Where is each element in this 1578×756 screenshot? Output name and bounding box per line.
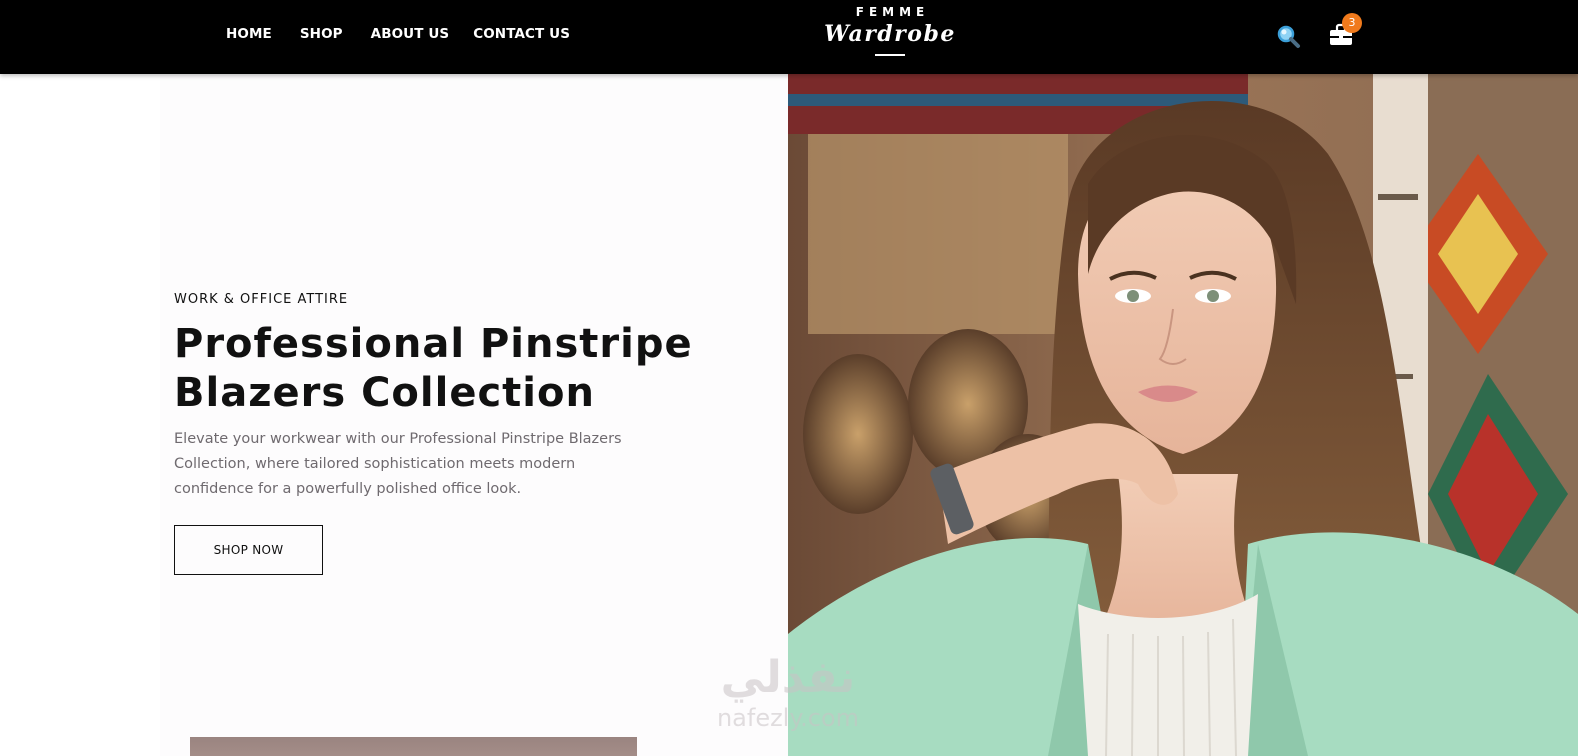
site-header: HOME SHOP ABOUT US CONTACT US FEMME Ward… xyxy=(0,0,1578,74)
cart-count-badge: 3 xyxy=(1342,13,1362,33)
hero-model-image xyxy=(788,74,1578,756)
nav-shop[interactable]: SHOP xyxy=(300,26,343,42)
hero-description: Elevate your workwear with our Professio… xyxy=(174,431,622,497)
main-nav: HOME SHOP ABOUT US CONTACT US xyxy=(226,26,598,42)
nav-contact-us[interactable]: CONTACT US xyxy=(473,26,570,42)
hero-title-line-2: Blazers Collection xyxy=(174,370,595,416)
logo-top-text: FEMME xyxy=(855,5,930,19)
site-logo[interactable]: FEMME Wardrobe xyxy=(810,4,970,56)
hero-title-line-1: Professional Pinstripe xyxy=(174,321,693,367)
nav-home[interactable]: HOME xyxy=(226,26,272,42)
hero-eyebrow: WORK & OFFICE ATTIRE xyxy=(174,292,349,307)
search-icon[interactable] xyxy=(1276,24,1302,50)
logo-underline xyxy=(875,54,905,56)
logo-main-text: Wardrobe xyxy=(824,21,956,47)
next-section-thumbnail xyxy=(190,737,637,756)
nav-about-us[interactable]: ABOUT US xyxy=(371,26,450,42)
shop-now-button[interactable]: SHOP NOW xyxy=(174,525,323,575)
hero-title: Professional Pinstripe Blazers Collectio… xyxy=(174,320,694,418)
